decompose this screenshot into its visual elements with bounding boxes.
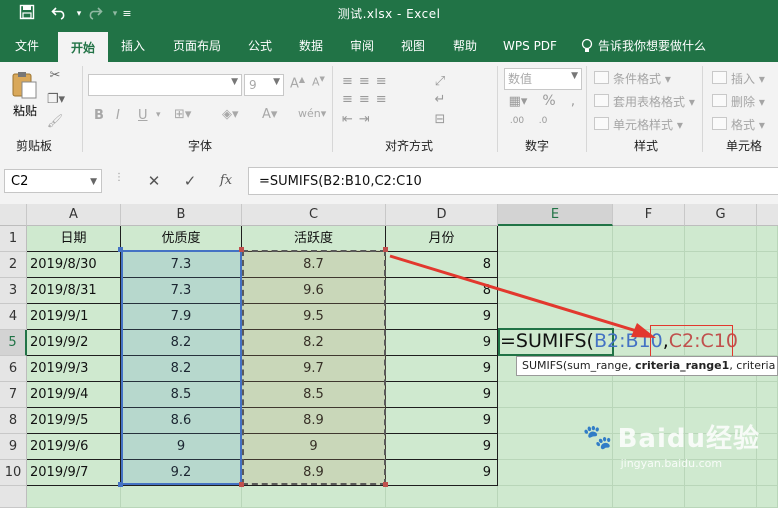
baidu-paw-icon: 🐾 bbox=[582, 422, 614, 451]
baidu-watermark: 🐾 Baidu经验 jingyan.baidu.com bbox=[582, 418, 760, 471]
watermark-brand: Baidu经验 bbox=[617, 424, 760, 454]
watermark-url: jingyan.baidu.com bbox=[620, 457, 723, 470]
